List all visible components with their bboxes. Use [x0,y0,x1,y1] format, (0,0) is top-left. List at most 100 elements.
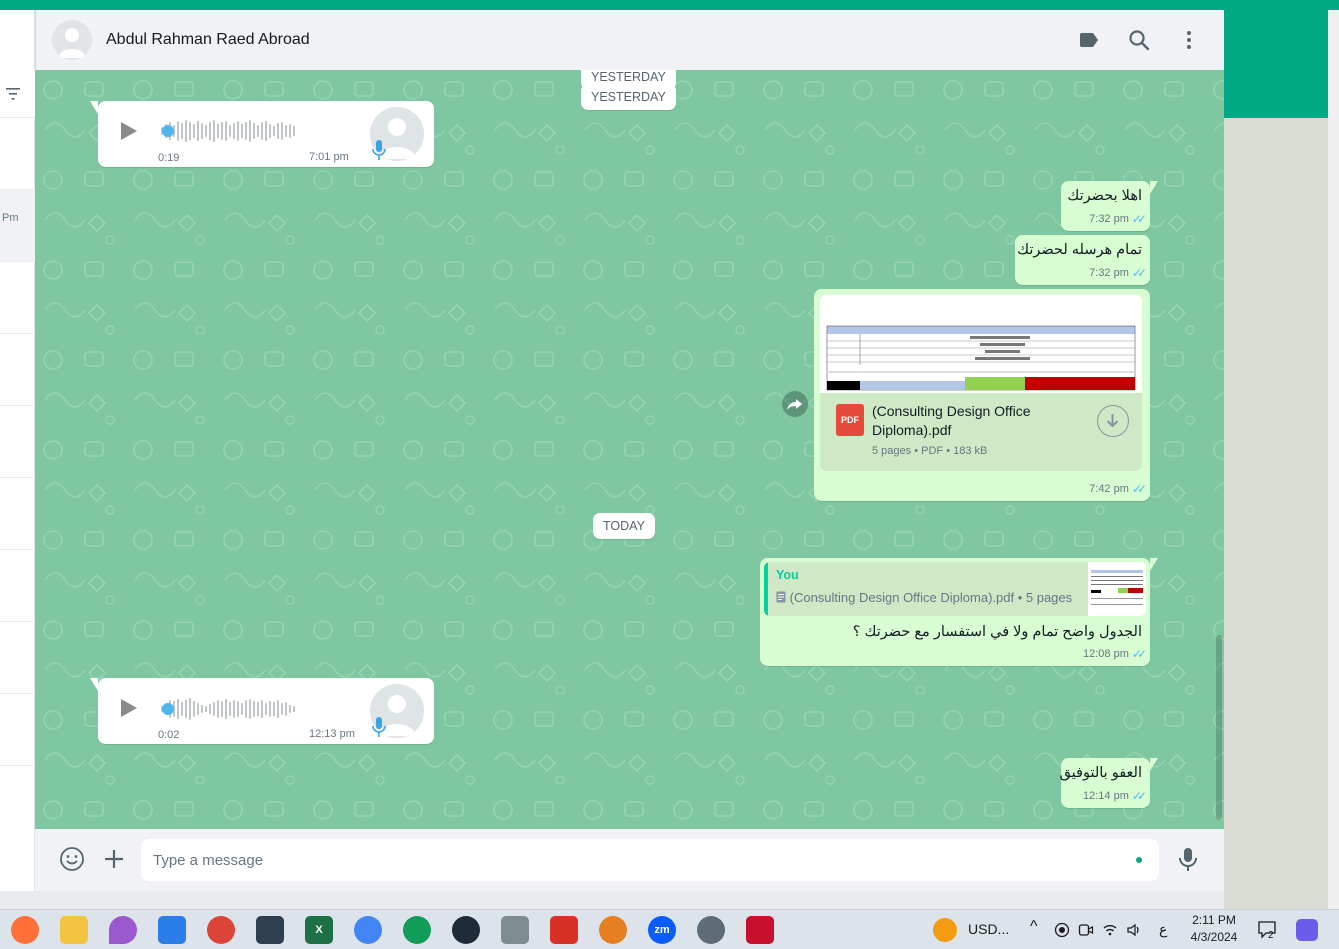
message-time: 12:08 pm [1083,648,1129,660]
emoji-icon[interactable] [59,846,85,872]
file-explorer-icon[interactable] [60,916,88,944]
message-text: الجدول واضح تمام ولا في استفسار مع حضرتك… [852,624,1142,640]
chat-list-sidebar: Pm [0,10,35,891]
voice-progress-handle[interactable] [162,703,174,715]
clock-time[interactable]: 2:11 PM [1184,913,1244,927]
pdf-file-icon: PDF [836,404,864,436]
volume-icon[interactable] [1126,922,1142,938]
bubble-tail [1150,181,1158,194]
document-pages: 5 pages [872,445,912,457]
quote-accent-bar [764,562,768,616]
background-accent-panel [1224,10,1328,118]
search-icon[interactable] [1127,28,1151,52]
play-icon[interactable] [116,696,140,720]
message-time: 7:01 pm [309,151,349,163]
wifi-icon[interactable] [1102,922,1118,938]
forward-button[interactable] [782,391,808,417]
contact-name[interactable]: Abdul Rahman Raed Abroad [106,31,310,49]
voice-duration: 0:19 [158,152,180,164]
menu-icon[interactable] [1177,28,1201,52]
voice-waveform[interactable] [161,118,295,144]
voice-progress-handle[interactable] [162,125,174,137]
message-meta: 7:32 pm ✓✓ [1089,212,1147,226]
teamviewer-icon[interactable] [452,916,480,944]
document-details: 5 pages • PDF • 183 kB [872,445,988,457]
whatsapp-window: Pm Abdul Rahman Raed Abroad YESTERDAY YE… [0,10,1224,891]
input-language[interactable]: ع [1159,921,1167,938]
firefox-icon[interactable] [11,916,39,944]
document-preview[interactable] [820,295,1142,393]
outgoing-document-message[interactable]: PDF (Consulting Design Office Diploma).p… [814,289,1150,501]
attach-plus-icon[interactable] [101,846,127,872]
message-input[interactable] [153,839,1113,881]
date-separator-yesterday: YESTERDAY [581,84,676,110]
currency-widget[interactable]: USD... [968,921,1009,937]
document-info[interactable]: PDF (Consulting Design Office Diploma).p… [820,393,1142,471]
composer [35,829,1224,891]
chat-list-item-active[interactable]: Pm [0,190,35,262]
quote-document-name: (Consulting Design Office Diploma).pdf •… [789,590,1073,605]
bubble-tail [1150,558,1158,571]
incoming-voice-message[interactable]: 0:19 7:01 pm [90,101,434,167]
bubble-tail [90,678,98,691]
mic-icon [372,717,386,737]
copilot-icon[interactable] [1296,919,1318,941]
chat-list-item[interactable] [0,406,35,478]
settings-icon[interactable] [697,916,725,944]
chat-list-item[interactable] [0,694,35,766]
photos-icon[interactable] [158,916,186,944]
chevron-up-icon[interactable]: ^ [1030,918,1038,936]
record-icon[interactable] [1054,922,1070,938]
play-icon[interactable] [116,119,140,143]
chat-list-item[interactable] [0,262,35,334]
quote-text: (Consulting Design Office Diploma).pdf •… [776,590,1072,605]
message-text: اهلا بحضرتك [1067,188,1142,204]
app-icon[interactable] [256,916,284,944]
download-icon [1106,414,1119,428]
excel-icon[interactable]: X [305,916,333,944]
chrome-profile-icon[interactable] [403,916,431,944]
outgoing-message[interactable]: تمام هرسله لحضرتك 7:32 pm ✓✓ [1015,235,1150,285]
incoming-voice-message[interactable]: 0:02 12:13 pm [90,678,434,744]
mcafee-icon[interactable] [746,916,774,944]
outgoing-message[interactable]: العفو بالتوفيق 12:14 pm ✓✓ [1060,758,1158,808]
scanner-icon[interactable] [501,916,529,944]
message-input-box[interactable] [141,839,1159,881]
chat-list-item[interactable] [0,478,35,550]
document-preview-image [820,295,1142,393]
read-receipt-icon: ✓✓ [1131,789,1147,803]
read-receipt-icon: ✓✓ [1131,482,1147,496]
zoom-icon[interactable]: zm [648,916,676,944]
chat-list-item[interactable] [0,334,35,406]
filter-button[interactable] [0,70,35,118]
window-edge [1328,10,1339,909]
outgoing-reply-message[interactable]: You (Consulting Design Office Diploma).p… [760,558,1158,666]
read-receipt-icon: ✓✓ [1131,212,1147,226]
top-accent-band [0,0,1339,10]
download-button[interactable] [1097,405,1129,437]
clock-date[interactable]: 4/3/2024 [1184,930,1244,944]
currency-widget-icon[interactable] [933,918,957,942]
messages-scrollbar[interactable] [1216,635,1222,820]
chrome-profile-icon[interactable] [599,916,627,944]
document-name: (Consulting Design Office Diploma).pdf [872,403,1031,438]
chrome-icon[interactable] [354,916,382,944]
outgoing-message[interactable]: اهلا بحضرتك 7:32 pm ✓✓ [1061,181,1158,231]
chat-list-item[interactable] [0,118,35,190]
chrome-profile-icon[interactable] [207,916,235,944]
camera-icon[interactable] [1078,922,1094,938]
forward-icon [787,399,802,410]
label-icon[interactable] [1077,28,1101,52]
paint-icon[interactable] [109,916,137,944]
message-list[interactable]: YESTERDAY YESTERDAY 0:19 7:01 pm اهلا بح… [35,70,1224,829]
chat-list-item[interactable] [0,550,35,622]
message-meta: 12:14 pm ✓✓ [1083,789,1147,803]
contact-avatar[interactable] [52,20,92,60]
chat-list-item[interactable] [0,622,35,694]
bubble-tail [1150,758,1158,771]
message-time: 7:32 pm [1089,213,1129,225]
acrobat-icon[interactable] [550,916,578,944]
voice-waveform[interactable] [161,696,295,722]
quoted-message[interactable]: You (Consulting Design Office Diploma).p… [764,562,1146,616]
microphone-icon[interactable] [1176,846,1200,872]
